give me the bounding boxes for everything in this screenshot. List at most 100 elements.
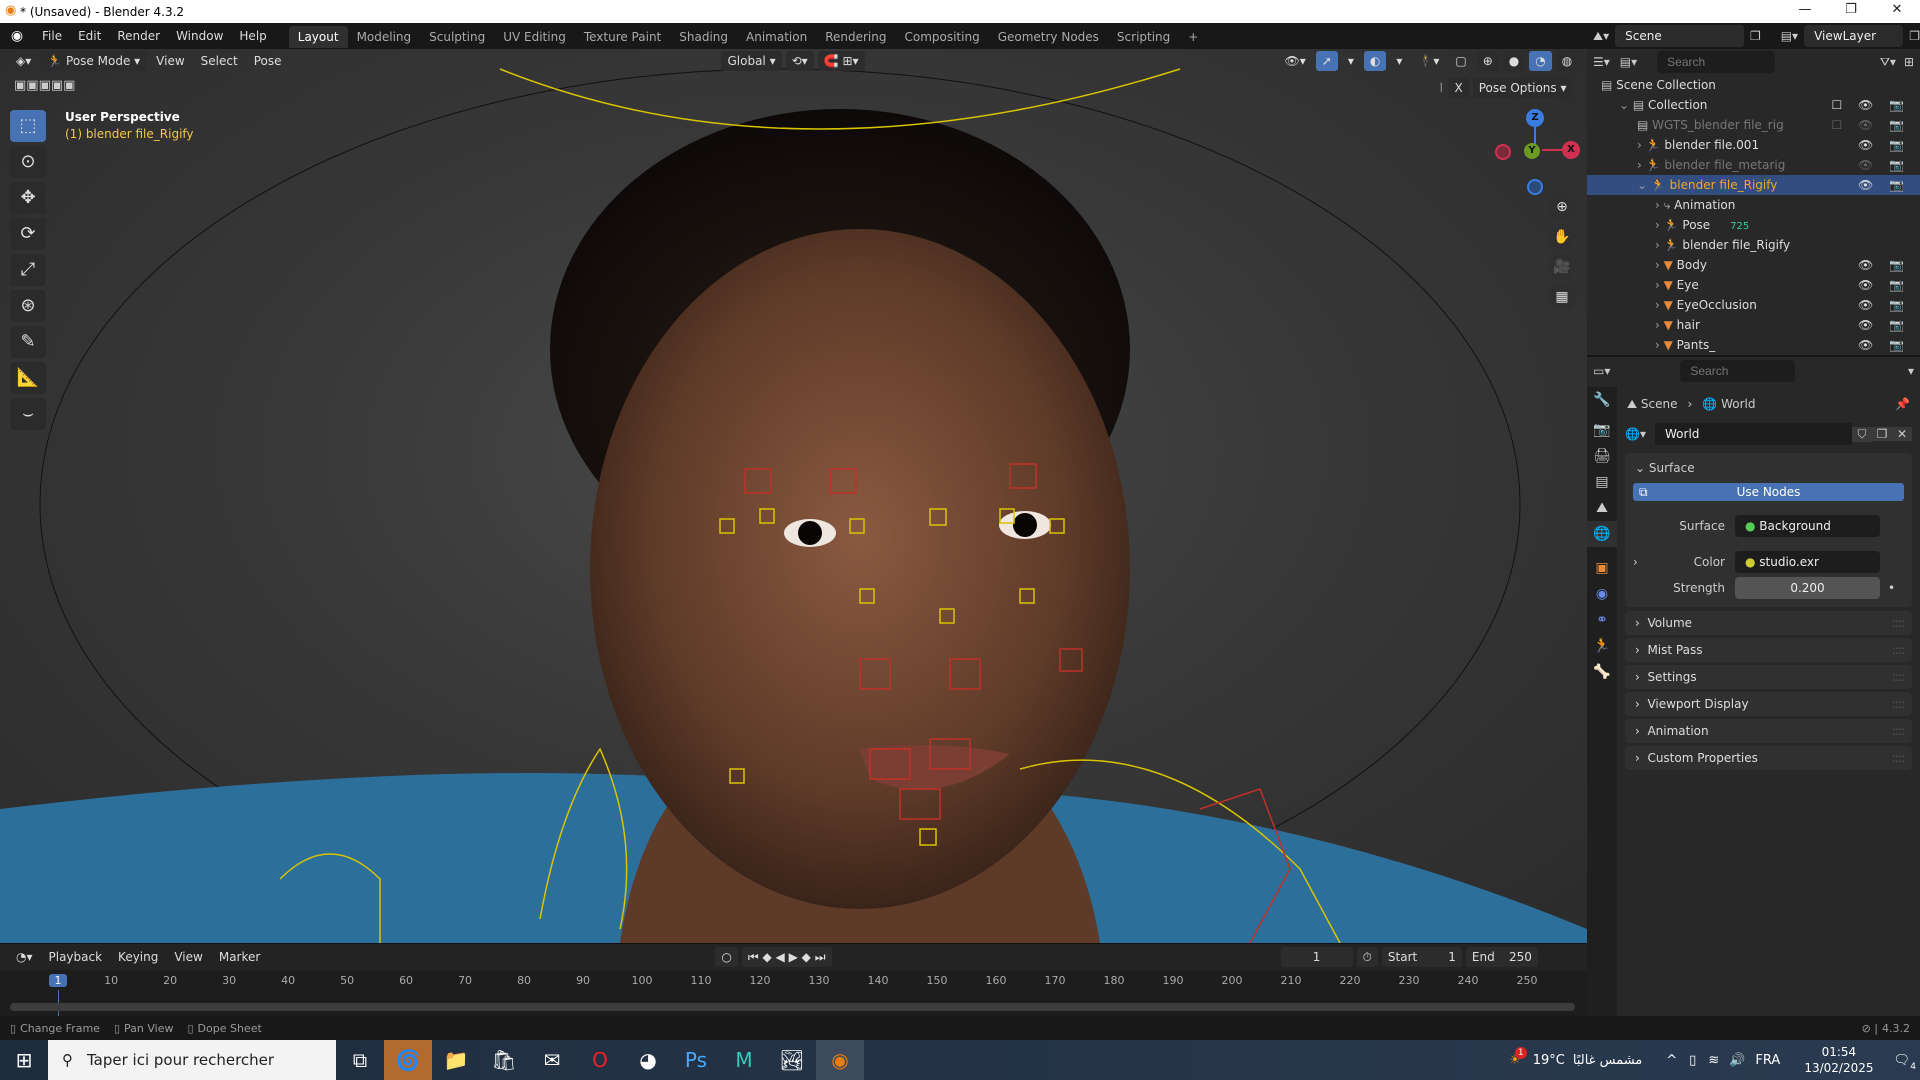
edge-icon[interactable]: 🌀 xyxy=(384,1040,432,1080)
outliner-item[interactable]: › 🏃 blender file_metarig 👁 📷 xyxy=(1587,155,1920,175)
visibility-toggles[interactable]: 👁 📷 xyxy=(1858,295,1910,315)
prev-key-icon[interactable]: ◆ xyxy=(762,950,771,964)
pan-hand-icon[interactable]: ✋ xyxy=(1548,224,1576,250)
panel-volume[interactable]: › Volume:::: xyxy=(1625,611,1912,635)
panel-viewport-display[interactable]: › Viewport Display:::: xyxy=(1625,692,1912,716)
maya-icon[interactable]: M xyxy=(720,1040,768,1080)
expand-arrow-icon[interactable]: › xyxy=(1655,258,1664,272)
gizmo-dropdown[interactable]: ▾ xyxy=(1342,51,1360,71)
outliner-search-input[interactable] xyxy=(1657,51,1776,73)
expand-arrow-icon[interactable]: ⌄ xyxy=(1637,178,1651,192)
expand-arrow-icon[interactable]: › xyxy=(1655,298,1664,312)
visibility-toggles[interactable]: 👁 📷 xyxy=(1858,315,1910,335)
drag-grip-icon[interactable]: :::: xyxy=(1892,692,1905,716)
visibility-toggles[interactable]: 👁 📷 xyxy=(1858,135,1910,155)
outliner-item[interactable]: › ▼ hair 👁 📷 xyxy=(1587,315,1920,335)
menu-window[interactable]: Window xyxy=(168,23,231,49)
panel-settings[interactable]: › Settings:::: xyxy=(1625,665,1912,689)
tab-geometry-nodes[interactable]: Geometry Nodes xyxy=(989,26,1108,48)
overlay-dropdown[interactable]: ▾ xyxy=(1390,51,1408,71)
gizmo-neg-x[interactable] xyxy=(1495,144,1511,160)
orientation-selector[interactable]: Global ▾ xyxy=(721,51,782,71)
transform-icon[interactable]: ⊛ xyxy=(10,290,46,322)
duplicate-icon[interactable]: ❐ xyxy=(1872,427,1892,441)
language-indicator[interactable]: FRA xyxy=(1755,1053,1780,1068)
expand-arrow-icon[interactable]: › xyxy=(1655,338,1664,352)
shading-material-icon[interactable]: ◔ xyxy=(1529,51,1552,71)
panel-animation[interactable]: › Animation:::: xyxy=(1625,719,1912,743)
tab-modeling[interactable]: Modeling xyxy=(348,26,421,48)
tab-uv-editing[interactable]: UV Editing xyxy=(494,26,575,48)
end-frame-field[interactable]: End 250 xyxy=(1465,947,1538,967)
add-workspace-button[interactable]: + xyxy=(1179,26,1207,48)
blender-menu-icon[interactable]: ◉ xyxy=(0,28,34,44)
volume-icon[interactable]: 🔊 xyxy=(1729,1053,1745,1068)
photos-icon[interactable]: 🏞 xyxy=(768,1040,816,1080)
drag-grip-icon[interactable]: :::: xyxy=(1892,611,1905,635)
opera-icon[interactable]: O xyxy=(576,1040,624,1080)
playback-controls[interactable]: ⏮ ◆ ◀ ▶ ◆ ⏭ xyxy=(741,947,832,967)
new-view-layer-icon[interactable]: ❐ xyxy=(1909,29,1920,43)
drag-grip-icon[interactable]: :::: xyxy=(1892,665,1905,689)
pose-options-dropdown[interactable]: Pose Options ▾ xyxy=(1472,78,1573,98)
breadcrumb-world[interactable]: World xyxy=(1721,397,1755,411)
menu-edit[interactable]: Edit xyxy=(70,23,109,49)
expand-arrow-icon[interactable]: › xyxy=(1655,198,1664,212)
wifi-icon[interactable]: ≋ xyxy=(1708,1053,1719,1068)
mode-selector[interactable]: 🏃 Pose Mode ▾ xyxy=(41,51,147,71)
tab-texture-paint[interactable]: Texture Paint xyxy=(575,26,670,48)
outliner-item[interactable]: › ▼ Body 👁 📷 xyxy=(1587,255,1920,275)
menu-keying[interactable]: Keying xyxy=(112,947,164,967)
play-icon[interactable]: ▶ xyxy=(789,950,798,964)
outliner-item[interactable]: ⌄ ▤ Collection ☐ 👁 📷 xyxy=(1587,95,1920,115)
menu-view[interactable]: View xyxy=(150,51,190,71)
properties-search-input[interactable] xyxy=(1680,360,1796,382)
3d-viewport[interactable]: User Perspective (1) blender file_Rigify… xyxy=(0,49,1587,943)
scale-icon[interactable]: ⤢ xyxy=(10,254,46,286)
stopwatch-icon[interactable]: ⏱ xyxy=(1356,947,1378,967)
rotate-icon[interactable]: ⟳ xyxy=(10,218,46,250)
shading-rendered-icon[interactable]: ◍ xyxy=(1555,51,1579,71)
jump-end-icon[interactable]: ⏭ xyxy=(815,950,826,964)
physics-tab-icon[interactable]: ◉ xyxy=(1587,581,1617,607)
zoom-icon[interactable]: ⊕ xyxy=(1548,194,1576,220)
navigation-gizmo[interactable]: Z Y X xyxy=(1490,109,1580,199)
timeline-editor-icon[interactable]: ◔▾ xyxy=(10,947,39,967)
use-nodes-button[interactable]: ⧉ Use Nodes xyxy=(1633,483,1904,501)
shading-solid-icon[interactable]: ● xyxy=(1502,51,1526,71)
outliner-item[interactable]: › ▼ Eye 👁 📷 xyxy=(1587,275,1920,295)
outliner-item[interactable]: ▤ Scene Collection xyxy=(1587,75,1920,95)
cursor-icon[interactable]: ⊙ xyxy=(10,146,46,178)
visibility-toggles[interactable]: 👁 📷 xyxy=(1858,155,1910,175)
visibility-toggles[interactable]: ☐ 👁 📷 xyxy=(1831,95,1910,115)
color-input-field[interactable]: ● studio.exr xyxy=(1735,551,1880,573)
camera-view-icon[interactable]: 🎥 xyxy=(1548,254,1576,280)
scene-tab-icon[interactable]: ⛰ xyxy=(1587,495,1617,521)
gizmo-y-axis[interactable]: Y xyxy=(1524,143,1540,159)
tab-animation[interactable]: Animation xyxy=(737,26,816,48)
selection-mode-buttons[interactable]: ▣▣▣▣▣ xyxy=(14,78,75,93)
start-frame-field[interactable]: Start 1 xyxy=(1381,947,1462,967)
tab-scripting[interactable]: Scripting xyxy=(1108,26,1179,48)
clock[interactable]: 01:54 13/02/2025 xyxy=(1804,1044,1873,1076)
new-collection-icon[interactable]: ⊞ xyxy=(1904,55,1914,69)
world-name-field[interactable]: World xyxy=(1655,423,1852,445)
next-key-icon[interactable]: ◆ xyxy=(802,950,811,964)
gizmo-z-axis[interactable]: Z xyxy=(1526,109,1544,127)
expand-icon[interactable]: › xyxy=(1625,555,1645,569)
frame-ruler[interactable]: 1 10 20 30 40 50 60 70 80 90 100 110 120 130 140 150 160… xyxy=(0,970,1587,1018)
outliner-item[interactable]: › ▼ Pants_ 👁 📷 xyxy=(1587,335,1920,355)
tab-rendering[interactable]: Rendering xyxy=(816,26,895,48)
fake-user-icon[interactable]: ⛉ xyxy=(1852,426,1872,442)
object-tab-icon[interactable]: ▣ xyxy=(1587,555,1617,581)
surface-panel-header[interactable]: ⌄ Surface xyxy=(1625,453,1912,483)
mirror-icon[interactable]: ⦚ xyxy=(1440,81,1443,96)
unlink-icon[interactable]: ✕ xyxy=(1892,427,1912,441)
visibility-toggles[interactable]: ☐ 👁 📷 xyxy=(1831,115,1910,135)
perspective-grid-icon[interactable]: ▦ xyxy=(1548,284,1576,310)
gizmo-x-axis[interactable]: X xyxy=(1562,141,1580,159)
visibility-toggles[interactable]: 👁 📷 xyxy=(1858,275,1910,295)
world-browse-icon[interactable]: 🌐▾ xyxy=(1625,427,1655,441)
timeline-scrollbar[interactable] xyxy=(10,1003,1575,1011)
drag-grip-icon[interactable]: :::: xyxy=(1892,719,1905,743)
